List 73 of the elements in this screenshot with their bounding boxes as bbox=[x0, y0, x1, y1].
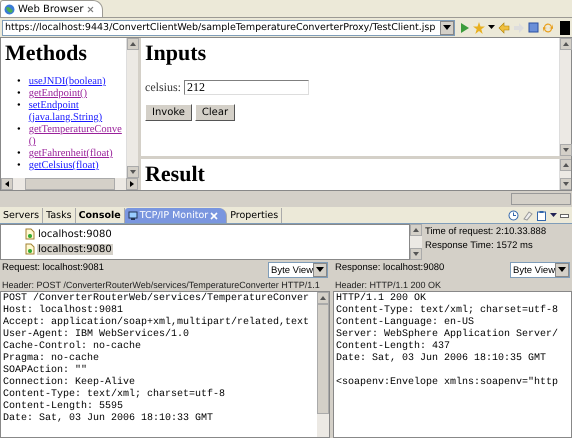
message-line: HTTP/1.1 200 OK bbox=[336, 293, 428, 304]
message-line: User-Agent: IBM WebServices/1.0 bbox=[3, 329, 190, 340]
message-line: Server: WebSphere Application Server/ bbox=[336, 329, 560, 340]
bullet: • bbox=[17, 76, 21, 88]
clipboard-icon[interactable] bbox=[536, 210, 547, 221]
method-link[interactable]: useJNDI(boolean) bbox=[28, 76, 106, 88]
detail-text: Response Time: 1572 ms bbox=[425, 240, 534, 251]
dropdown-arrow-icon[interactable] bbox=[443, 24, 451, 30]
caret-icon[interactable] bbox=[550, 213, 557, 218]
message-line: POST /ConverterRouterWeb/services/TemperatureConver bbox=[3, 293, 310, 304]
message-line: Date: Sat, 03 Jun 2006 18:10:35 GMT bbox=[336, 353, 548, 365]
stop-icon[interactable] bbox=[528, 22, 539, 33]
method-link[interactable]: setEndpoint (java.lang.String) bbox=[28, 100, 102, 124]
header-text: Header: POST /ConverterRouterWeb/services/TemperatureConverter HTTP/1.1 bbox=[1, 280, 321, 291]
dropdown-arrow-icon[interactable] bbox=[316, 267, 324, 273]
view-tab[interactable]: Properties bbox=[227, 208, 282, 223]
header-text: Header: HTTP/1.1 200 OK bbox=[334, 280, 442, 291]
close-icon[interactable] bbox=[86, 6, 94, 12]
field-label: celsius: bbox=[145, 80, 181, 95]
monitor-icon bbox=[128, 210, 138, 220]
method-link[interactable]: getEndpoint() bbox=[28, 88, 88, 100]
status-field bbox=[511, 193, 571, 205]
view-dropdown[interactable]: Byte View bbox=[268, 262, 328, 278]
form-button[interactable]: Clear bbox=[194, 104, 236, 121]
bullet: • bbox=[17, 100, 21, 112]
view-tab[interactable]: Servers bbox=[0, 208, 44, 223]
message-line: Content-Language: en-US bbox=[336, 317, 476, 328]
frame-heading: Methods bbox=[5, 40, 88, 66]
message-line: Content-Type: text/xml; charset=utf-8 bbox=[3, 389, 226, 400]
toolbar-block bbox=[560, 20, 570, 34]
message-line: Content-Length: 5595 bbox=[3, 401, 124, 413]
view-tab[interactable]: Tasks bbox=[43, 208, 76, 223]
message-line: Host: localhost:9081 bbox=[3, 305, 124, 316]
bullet: • bbox=[17, 148, 21, 160]
detail-text: Time of request: 2:10.33.888 bbox=[425, 226, 548, 237]
celsius-field[interactable]: 212 bbox=[184, 80, 309, 95]
scrollbar[interactable] bbox=[317, 292, 329, 437]
pane-title: Request: localhost:9081 bbox=[2, 262, 104, 273]
caret-icon[interactable] bbox=[488, 25, 495, 30]
document-icon bbox=[25, 243, 35, 255]
message-line: Content-Length: 437 bbox=[336, 341, 452, 353]
message-line: Pragma: no-cache bbox=[3, 353, 100, 364]
frame-heading: Result bbox=[145, 161, 206, 187]
message-line: Cache-Control: no-cache bbox=[3, 341, 142, 352]
globe-icon bbox=[4, 4, 15, 14]
tab-title: Web Browser bbox=[18, 4, 84, 14]
message-line: <soapenv:Envelope xmlns:soapenv="http bbox=[336, 377, 560, 389]
bullet: • bbox=[17, 88, 21, 100]
form-button[interactable]: Invoke bbox=[145, 104, 192, 121]
connection-item[interactable]: localhost:9080 bbox=[37, 244, 113, 254]
view-dropdown[interactable]: Byte View bbox=[510, 262, 570, 278]
go-icon[interactable] bbox=[458, 22, 470, 34]
pane-title: Response: localhost:9080 bbox=[335, 262, 444, 273]
message-line: Connection: Keep-Alive bbox=[3, 377, 136, 388]
browser-tab[interactable]: Web Browser bbox=[0, 0, 103, 17]
scrollbar[interactable] bbox=[1, 178, 138, 190]
star-icon[interactable] bbox=[473, 22, 485, 34]
method-link[interactable]: getFahrenheit(float) bbox=[28, 148, 113, 160]
method-link[interactable]: getCelsius(float) bbox=[28, 160, 99, 172]
bullet: • bbox=[17, 160, 21, 172]
connection-item[interactable]: localhost:9080 bbox=[37, 228, 113, 240]
frame-heading: Inputs bbox=[145, 40, 208, 66]
method-link[interactable]: getTemperatureConve () bbox=[28, 124, 122, 148]
bullet: • bbox=[17, 124, 21, 136]
minimize-icon[interactable] bbox=[560, 214, 569, 218]
document-icon bbox=[25, 228, 35, 240]
message-line: SOAPAction: "" bbox=[3, 365, 88, 376]
dropdown-arrow-icon[interactable] bbox=[558, 267, 566, 273]
message-line: Accept: application/soap+xml,multipart/related,text bbox=[3, 317, 310, 328]
message-line: Date: Sat, 03 Jun 2006 18:10:33 GMT bbox=[3, 413, 214, 425]
message-line: Content-Type: text/xml; charset=utf-8 bbox=[336, 305, 560, 317]
clock-icon[interactable] bbox=[508, 210, 519, 221]
url-field[interactable]: https://localhost:9443/ConvertClientWeb/sampleTemperatureConverterProxy/TestClient.jsp bbox=[2, 20, 455, 36]
